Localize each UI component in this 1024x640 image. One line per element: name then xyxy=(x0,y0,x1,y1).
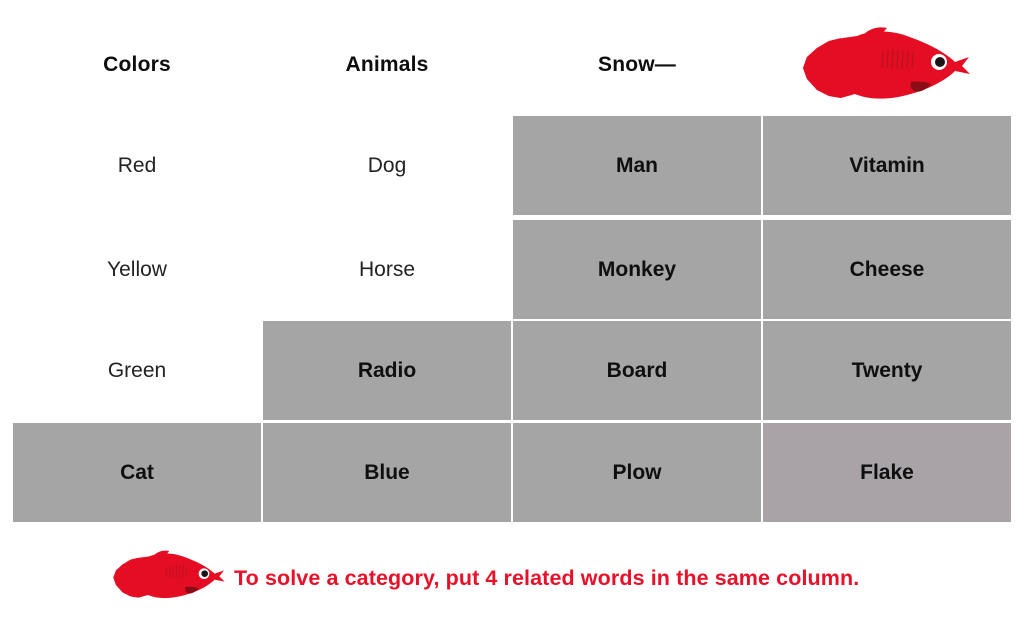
word-cell[interactable]: Man xyxy=(513,116,761,215)
word-cell[interactable]: Monkey xyxy=(513,220,761,319)
word-cell[interactable]: Vitamin xyxy=(763,116,1011,215)
red-herring-fish-icon xyxy=(113,550,225,599)
column-headers: Colors Animals Snow— xyxy=(0,47,1024,83)
word-cell[interactable]: Green xyxy=(13,321,261,420)
word-cell[interactable]: Yellow xyxy=(13,220,261,319)
word-cell[interactable]: Dog xyxy=(263,116,511,215)
word-cell[interactable]: Plow xyxy=(513,423,761,522)
column-header-animals: Animals xyxy=(345,53,429,76)
word-cell[interactable]: Radio xyxy=(263,321,511,420)
word-cell[interactable]: Red xyxy=(13,116,261,215)
column-header-snow: Snow— xyxy=(598,53,676,76)
instruction-caption: To solve a category, put 4 related words… xyxy=(234,566,860,590)
column-header-blank xyxy=(763,47,1011,83)
word-cell[interactable]: Cheese xyxy=(763,220,1011,319)
word-cell[interactable]: Blue xyxy=(263,423,511,522)
word-grid: Red Dog Man Vitamin Yellow Horse Monkey … xyxy=(13,116,1011,522)
slide-canvas: Colors Animals Snow— Red Dog Man Vitamin… xyxy=(0,0,1024,640)
word-cell[interactable]: Flake xyxy=(763,423,1011,522)
word-cell[interactable]: Horse xyxy=(263,220,511,319)
column-header-colors: Colors xyxy=(103,53,171,76)
word-cell[interactable]: Cat xyxy=(13,423,261,522)
word-cell[interactable]: Board xyxy=(513,321,761,420)
word-cell[interactable]: Twenty xyxy=(763,321,1011,420)
